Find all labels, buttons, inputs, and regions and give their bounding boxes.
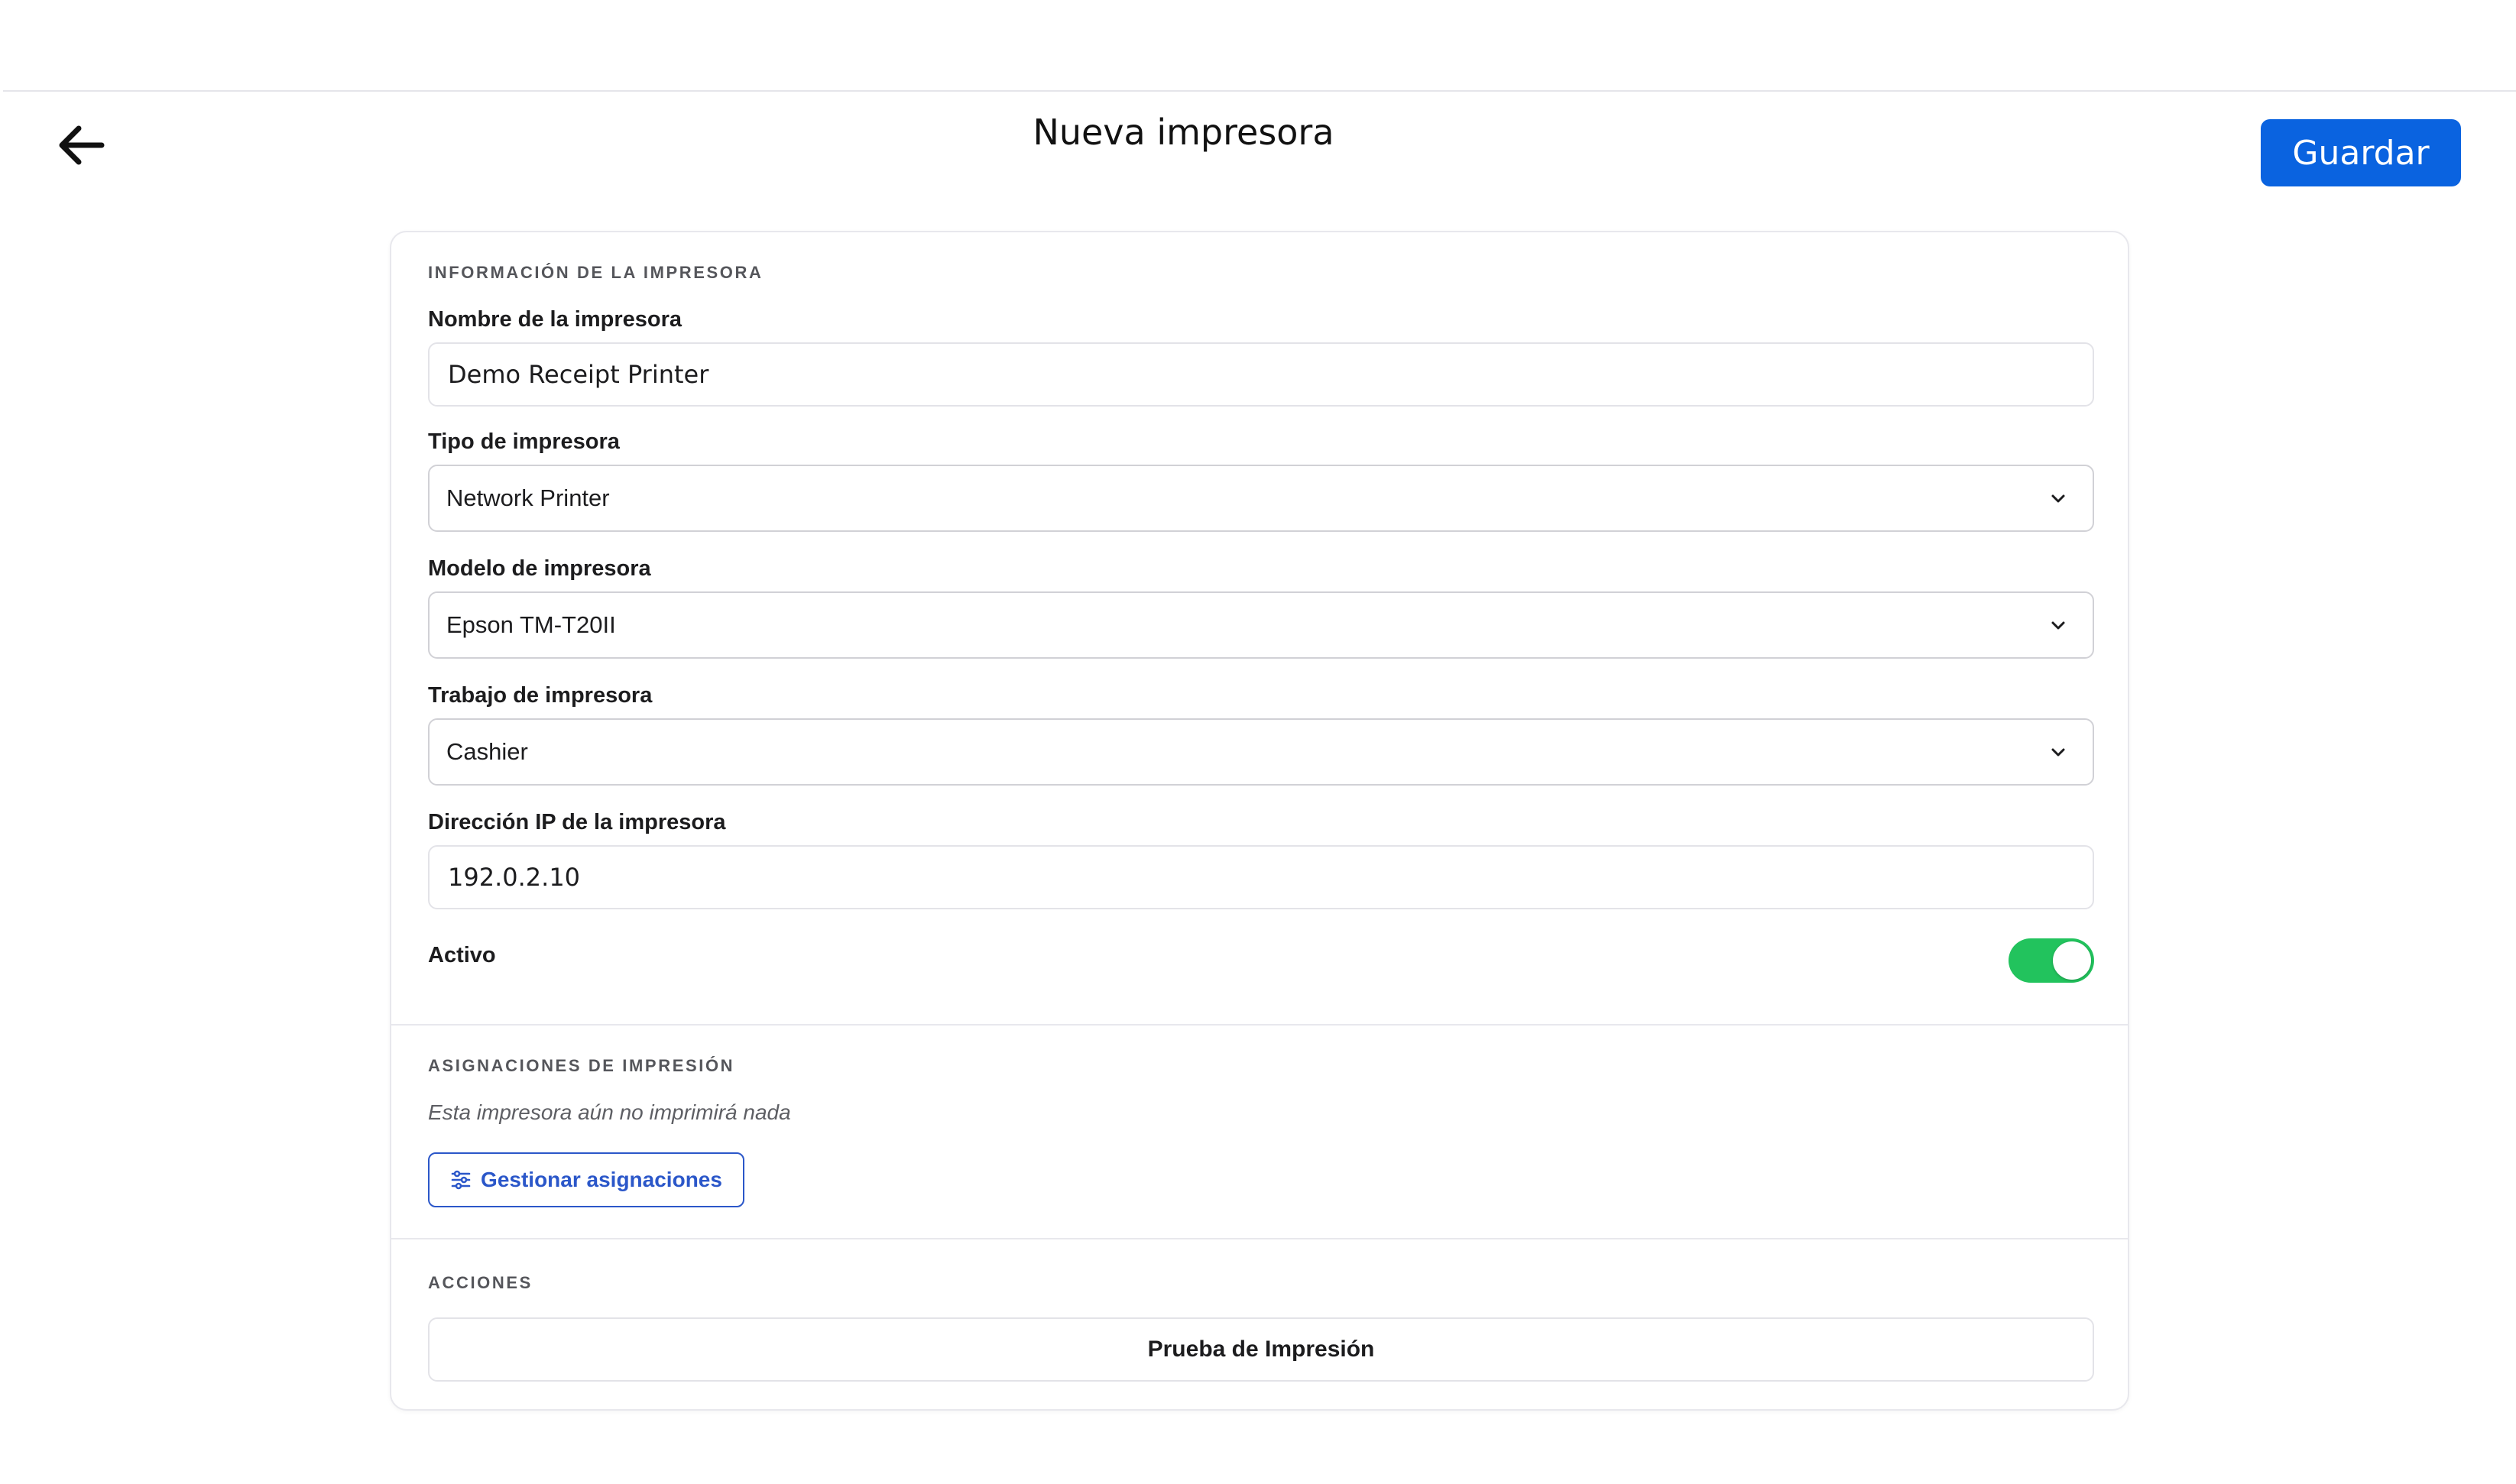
page-title: Nueva impresora <box>1033 112 1334 153</box>
active-label: Activo <box>428 943 496 967</box>
section-label-printer-info: INFORMACIÓN DE LA IMPRESORA <box>428 263 764 282</box>
printer-job-label: Trabajo de impresora <box>428 683 653 708</box>
section-label-assignments: ASIGNACIONES DE IMPRESIÓN <box>428 1056 735 1075</box>
printer-form-card: INFORMACIÓN DE LA IMPRESORA Nombre de la… <box>390 231 2129 1411</box>
section-label-actions: ACCIONES <box>428 1273 533 1292</box>
chevron-down-icon <box>2051 494 2065 503</box>
test-print-button[interactable]: Prueba de Impresión <box>428 1317 2094 1382</box>
printer-name-input[interactable] <box>428 342 2094 407</box>
printer-job-value: Cashier <box>446 738 528 765</box>
printer-job-select[interactable]: Cashier <box>428 718 2094 786</box>
printer-model-value: Epson TM-T20II <box>446 611 616 638</box>
section-divider <box>391 1024 2128 1026</box>
chevron-down-icon <box>2051 621 2065 630</box>
manage-assignments-label: Gestionar asignaciones <box>481 1168 722 1191</box>
printer-type-value: Network Printer <box>446 484 610 511</box>
save-button[interactable]: Guardar <box>2261 119 2461 186</box>
printer-type-select[interactable]: Network Printer <box>428 465 2094 532</box>
section-divider <box>391 1238 2128 1239</box>
printer-type-label: Tipo de impresora <box>428 429 620 454</box>
toggle-knob <box>2053 941 2091 980</box>
sliders-icon <box>451 1170 471 1190</box>
printer-name-label: Nombre de la impresora <box>428 307 682 332</box>
active-toggle[interactable] <box>2009 938 2094 983</box>
chevron-down-icon <box>2051 748 2065 757</box>
assignments-note: Esta impresora aún no imprimirá nada <box>428 1100 791 1124</box>
printer-ip-label: Dirección IP de la impresora <box>428 810 726 834</box>
printer-ip-input[interactable] <box>428 845 2094 909</box>
top-divider <box>3 90 2516 92</box>
printer-model-label: Modelo de impresora <box>428 556 651 581</box>
manage-assignments-button[interactable]: Gestionar asignaciones <box>428 1152 744 1207</box>
printer-model-select[interactable]: Epson TM-T20II <box>428 591 2094 659</box>
